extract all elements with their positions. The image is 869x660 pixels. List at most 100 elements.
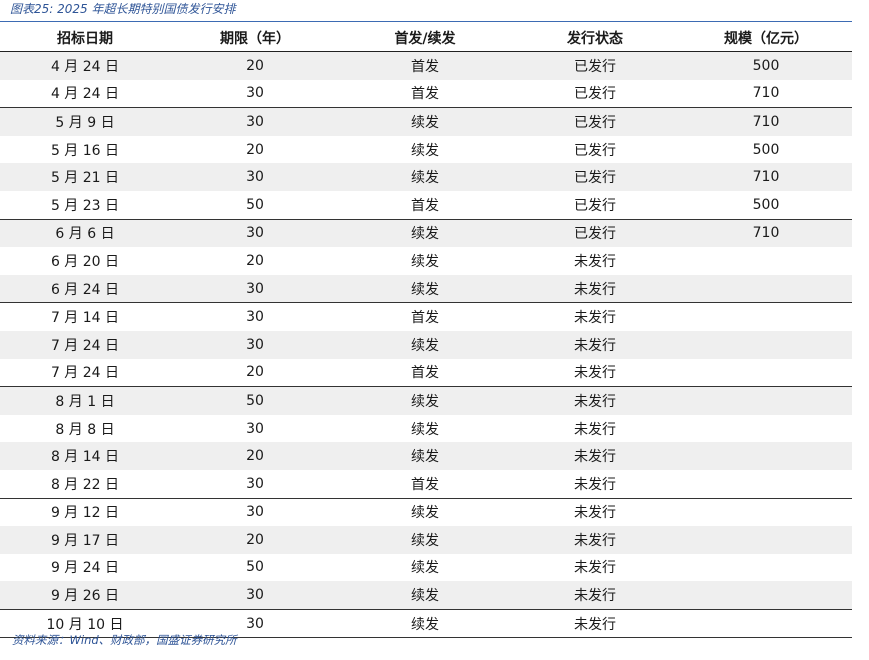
table-row: 4 月 24 日 30 首发 已发行 710 — [0, 80, 852, 108]
cell-status: 未发行 — [510, 497, 680, 527]
cell-issue-type: 首发 — [411, 86, 439, 103]
cell-size — [680, 386, 852, 415]
table-row: 8 月 14 日 20 续发 未发行 — [0, 442, 852, 470]
table-row: 6 月 6 日 30 续发 已发行 710 — [0, 218, 852, 248]
cell-term: 30 — [246, 85, 264, 102]
cell-status: 未发行 — [510, 442, 680, 470]
cell-status: 未发行 — [510, 274, 680, 303]
cell-issue-type: 续发 — [411, 142, 439, 159]
cell-status: 已发行 — [510, 163, 680, 191]
header-term: 期限（年） — [170, 25, 340, 52]
cell-term: 30 — [170, 107, 340, 136]
cell-term: 20 — [246, 364, 264, 381]
cell-status: 未发行 — [574, 253, 616, 270]
table-row: 9 月 24 日 50 续发 未发行 — [0, 554, 852, 582]
cell-status: 已发行 — [510, 107, 680, 136]
cell-issue-type: 续发 — [411, 421, 439, 438]
table-row: 7 月 24 日 30 续发 未发行 — [0, 330, 852, 359]
table-row: 7 月 24 日 20 首发 未发行 — [0, 359, 852, 387]
cell-status: 未发行 — [574, 476, 616, 493]
header-issue-type: 首发/续发 — [340, 25, 510, 52]
cell-issue-type: 首发 — [411, 365, 439, 382]
cell-term: 30 — [170, 497, 340, 527]
cell-status: 未发行 — [510, 330, 680, 359]
cell-term: 20 — [246, 252, 264, 269]
cell-term: 50 — [246, 559, 264, 576]
cell-size — [680, 415, 852, 443]
cell-date: 7 月 24 日 — [50, 365, 120, 382]
cell-size: 500 — [752, 141, 780, 158]
cell-issue-type: 续发 — [340, 442, 510, 470]
cell-size — [680, 274, 852, 303]
cell-date: 7 月 14 日 — [0, 302, 170, 331]
table-row: 8 月 8 日 30 续发 未发行 — [0, 415, 852, 443]
cell-size — [680, 330, 852, 359]
cell-status: 未发行 — [510, 608, 680, 639]
cell-date: 8 月 8 日 — [55, 421, 115, 438]
cell-issue-type: 续发 — [340, 330, 510, 359]
cell-date: 9 月 17 日 — [0, 526, 170, 554]
cell-date: 5 月 9 日 — [0, 107, 170, 136]
cell-issue-type: 首发 — [340, 51, 510, 80]
cell-size — [680, 608, 852, 639]
cell-issue-type: 续发 — [340, 526, 510, 554]
cell-date: 9 月 26 日 — [0, 581, 170, 610]
cell-size — [680, 247, 852, 275]
cell-term: 30 — [170, 302, 340, 331]
cell-size — [680, 359, 852, 387]
source-note: 资料来源：Wind、财政部，国盛证券研究所 — [12, 633, 237, 647]
cell-status: 已发行 — [574, 86, 616, 103]
table-row: 6 月 20 日 20 续发 未发行 — [0, 247, 852, 275]
header-bid-date: 招标日期 — [0, 25, 170, 52]
cell-term: 20 — [170, 442, 340, 470]
cell-term: 30 — [170, 163, 340, 191]
cell-issue-type: 首发 — [340, 302, 510, 331]
title-rule — [0, 21, 852, 22]
header-status: 发行状态 — [510, 25, 680, 52]
cell-size — [680, 497, 852, 527]
cell-date: 8 月 14 日 — [0, 442, 170, 470]
cell-date: 4 月 24 日 — [0, 51, 170, 80]
cell-size: 710 — [680, 163, 852, 191]
cell-issue-type: 首发 — [411, 197, 439, 214]
cell-status: 已发行 — [574, 197, 616, 214]
cell-issue-type: 续发 — [340, 274, 510, 303]
table-row: 5 月 16 日 20 续发 已发行 500 — [0, 136, 852, 164]
cell-date: 6 月 20 日 — [50, 253, 120, 270]
cell-date: 9 月 12 日 — [0, 497, 170, 527]
cell-status: 已发行 — [574, 142, 616, 159]
cell-size — [680, 554, 852, 582]
cell-date: 9 月 24 日 — [50, 560, 120, 577]
cell-size: 500 — [752, 196, 780, 213]
table-row: 5 月 21 日 30 续发 已发行 710 — [0, 163, 852, 191]
cell-date: 5 月 16 日 — [50, 142, 120, 159]
cell-term: 30 — [170, 218, 340, 248]
table-row: 6 月 24 日 30 续发 未发行 — [0, 274, 852, 303]
figure-title: 图表25: 2025 年超长期特别国债发行安排 — [10, 2, 236, 16]
table-row: 4 月 24 日 20 首发 已发行 500 — [0, 51, 852, 80]
cell-date: 7 月 24 日 — [0, 330, 170, 359]
cell-status: 未发行 — [510, 302, 680, 331]
cell-issue-type: 续发 — [340, 581, 510, 610]
cell-term: 30 — [170, 274, 340, 303]
cell-term: 30 — [170, 330, 340, 359]
table-header-row: 招标日期 期限（年） 首发/续发 发行状态 规模（亿元） — [0, 25, 852, 52]
table-row: 9 月 17 日 20 续发 未发行 — [0, 526, 852, 554]
cell-size: 500 — [680, 51, 852, 80]
cell-status: 未发行 — [574, 421, 616, 438]
cell-issue-type: 续发 — [411, 253, 439, 270]
cell-status: 未发行 — [510, 581, 680, 610]
cell-date: 8 月 22 日 — [50, 476, 120, 493]
cell-size — [680, 581, 852, 610]
cell-issue-type: 续发 — [340, 218, 510, 248]
cell-date: 4 月 24 日 — [50, 86, 120, 103]
table-row: 8 月 22 日 30 首发 未发行 — [0, 470, 852, 498]
cell-issue-type: 首发 — [411, 476, 439, 493]
cell-size: 710 — [680, 107, 852, 136]
cell-status: 未发行 — [574, 560, 616, 577]
table-row: 7 月 14 日 30 首发 未发行 — [0, 302, 852, 331]
cell-size — [680, 302, 852, 331]
cell-date: 5 月 21 日 — [0, 163, 170, 191]
cell-term: 50 — [246, 196, 264, 213]
cell-issue-type: 续发 — [340, 386, 510, 415]
